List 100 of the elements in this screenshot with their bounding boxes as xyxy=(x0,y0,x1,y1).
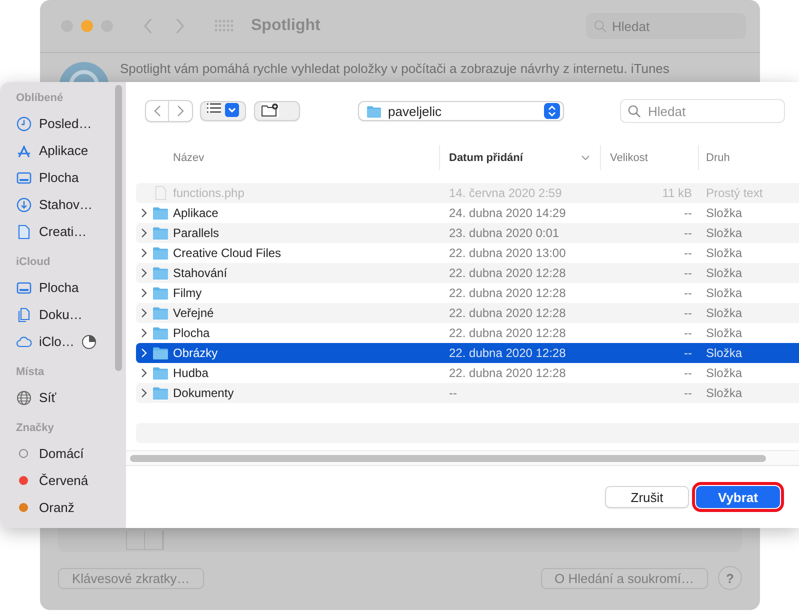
file-row[interactable]: Dokumenty -- -- Složka xyxy=(136,383,799,403)
document-icon xyxy=(16,224,32,240)
date-cell-text: 22. dubna 2020 12:28 xyxy=(448,306,567,320)
date-cell-text: 22. dubna 2020 12:28 xyxy=(448,266,567,280)
kind-cell-text: Prostý text xyxy=(705,186,764,200)
column-header[interactable]: Velikost xyxy=(600,145,698,170)
folder-icon xyxy=(152,286,169,300)
date-cell-text: 24. dubna 2020 14:29 xyxy=(448,206,567,220)
size-cell-text: -- xyxy=(683,306,693,320)
desktop-icon xyxy=(16,280,32,296)
size-cell-text: -- xyxy=(683,206,693,220)
date-cell-text: 22. dubna 2020 12:28 xyxy=(448,326,567,340)
sort-chevron-icon xyxy=(581,154,590,160)
kind-cell-text: Složka xyxy=(705,306,744,320)
file-row[interactable]: Obrázky 22. dubna 2020 12:28 -- Složka xyxy=(136,343,799,363)
sidebar-item[interactable]: Červená xyxy=(16,467,126,494)
chevron-down-icon xyxy=(225,103,239,117)
date-cell-text: 22. dubna 2020 13:00 xyxy=(448,246,567,260)
file-row[interactable]: Creative Cloud Files 22. dubna 2020 13:00 -- Složka xyxy=(136,243,799,263)
file-name: Filmy xyxy=(173,286,203,300)
file-row[interactable]: Filmy 22. dubna 2020 12:28 -- Složka xyxy=(136,283,799,303)
file-name: functions.php xyxy=(173,186,246,200)
list-icon xyxy=(207,103,221,113)
date-cell-text: 23. dubna 2020 0:01 xyxy=(448,226,560,240)
search-placeholder: Hledat xyxy=(612,18,650,34)
new-folder-button[interactable] xyxy=(254,101,300,121)
cancel-button[interactable]: Zrušit xyxy=(605,486,689,508)
sidebar-item[interactable]: Síť xyxy=(16,384,126,411)
file-row[interactable]: Stahování 22. dubna 2020 12:28 -- Složka xyxy=(136,263,799,283)
file-name: Hudba xyxy=(173,366,210,380)
kind-cell-text: Složka xyxy=(705,346,744,360)
search-field[interactable]: Hledat xyxy=(620,99,785,123)
size-cell-text: -- xyxy=(683,266,693,280)
download-icon xyxy=(16,196,32,212)
folder-icon xyxy=(152,326,169,340)
file-row[interactable]: Parallels 23. dubna 2020 0:01 -- Složka xyxy=(136,223,799,243)
sidebar-item[interactable]: Creati… xyxy=(16,218,126,245)
sidebar-item[interactable]: Stahov… xyxy=(16,191,126,218)
description-text: Spotlight vám pomáhá rychle vyhledat položky v počítači a zobrazuje návrhy z internetu. iTunes xyxy=(120,61,670,76)
kind-cell-text: Složka xyxy=(705,386,744,400)
date-cell-text: -- xyxy=(448,386,458,400)
size-cell-text: -- xyxy=(683,386,693,400)
folder-icon xyxy=(152,306,169,320)
file-name: Plocha xyxy=(173,326,211,340)
file-row[interactable]: Plocha 22. dubna 2020 12:28 -- Složka xyxy=(136,323,799,343)
window-title: Spotlight xyxy=(251,17,320,35)
sidebar-item[interactable]: Domácí xyxy=(16,440,126,467)
kind-cell-text: Složka xyxy=(705,366,744,380)
column-header[interactable]: Druh xyxy=(698,145,799,170)
tag-dot xyxy=(19,449,28,458)
size-cell-text: 11 kB xyxy=(661,186,693,200)
folder-icon xyxy=(152,266,169,280)
file-row[interactable]: Hudba 22. dubna 2020 12:28 -- Složka xyxy=(136,363,799,383)
folder-icon xyxy=(152,246,169,260)
forward-icon xyxy=(177,105,184,117)
sidebar-item[interactable]: iClo… xyxy=(16,328,126,355)
sidebar-item[interactable]: Aplikace xyxy=(16,137,126,164)
kind-cell-text: Složka xyxy=(705,326,744,340)
sidebar-section-title: Místa xyxy=(16,366,46,378)
new-folder-icon xyxy=(261,103,279,117)
size-cell-text: -- xyxy=(683,326,693,340)
stepper-icon xyxy=(544,103,560,119)
folder-icon xyxy=(152,206,169,220)
size-cell-text: -- xyxy=(683,286,693,300)
location-popup[interactable]: paveljelic xyxy=(358,101,564,121)
file-name: Stahování xyxy=(173,266,228,280)
file-row[interactable]: Veřejné 22. dubna 2020 12:28 -- Složka xyxy=(136,303,799,323)
sidebar-section-title: Značky xyxy=(16,422,55,434)
view-options-button[interactable] xyxy=(200,101,246,121)
back-icon xyxy=(154,105,160,117)
size-cell-text: -- xyxy=(683,346,693,360)
forward-button[interactable] xyxy=(169,101,192,121)
sidebar-item[interactable]: Posled… xyxy=(16,110,126,137)
clock-icon xyxy=(16,116,32,132)
sidebar-item[interactable]: Oranž xyxy=(16,494,126,521)
folder-icon xyxy=(152,386,169,400)
date-cell-text: 14. června 2020 2:59 xyxy=(448,186,563,200)
sidebar-item[interactable]: Plocha xyxy=(16,274,126,301)
scrollbar-thumb[interactable] xyxy=(115,85,122,371)
date-cell-text: 22. dubna 2020 12:28 xyxy=(448,286,567,300)
kind-cell-text: Složka xyxy=(705,266,744,280)
column-header[interactable]: Název xyxy=(173,145,440,170)
file-name: Parallels xyxy=(173,226,220,240)
back-button[interactable] xyxy=(146,101,169,121)
sidebar-item[interactable]: Plocha xyxy=(16,164,126,191)
folder-icon xyxy=(152,226,169,240)
scrollbar-thumb[interactable] xyxy=(130,454,766,462)
cloud-icon xyxy=(16,334,32,350)
folder-icon xyxy=(152,366,169,380)
sidebar-item[interactable]: Doku… xyxy=(16,301,126,328)
file-name: Dokumenty xyxy=(173,386,235,400)
file-row[interactable]: Aplikace 24. dubna 2020 14:29 -- Složka xyxy=(136,203,799,223)
folder-icon xyxy=(366,104,382,118)
sidebar-section-title: iCloud xyxy=(16,256,52,268)
file-name: Aplikace xyxy=(173,206,220,220)
file-name: Creative Cloud Files xyxy=(173,246,282,260)
search-icon xyxy=(594,20,607,32)
file-name: Obrázky xyxy=(173,346,219,360)
column-header[interactable]: Datum přidání xyxy=(439,145,600,170)
kind-cell-text: Složka xyxy=(705,206,744,220)
